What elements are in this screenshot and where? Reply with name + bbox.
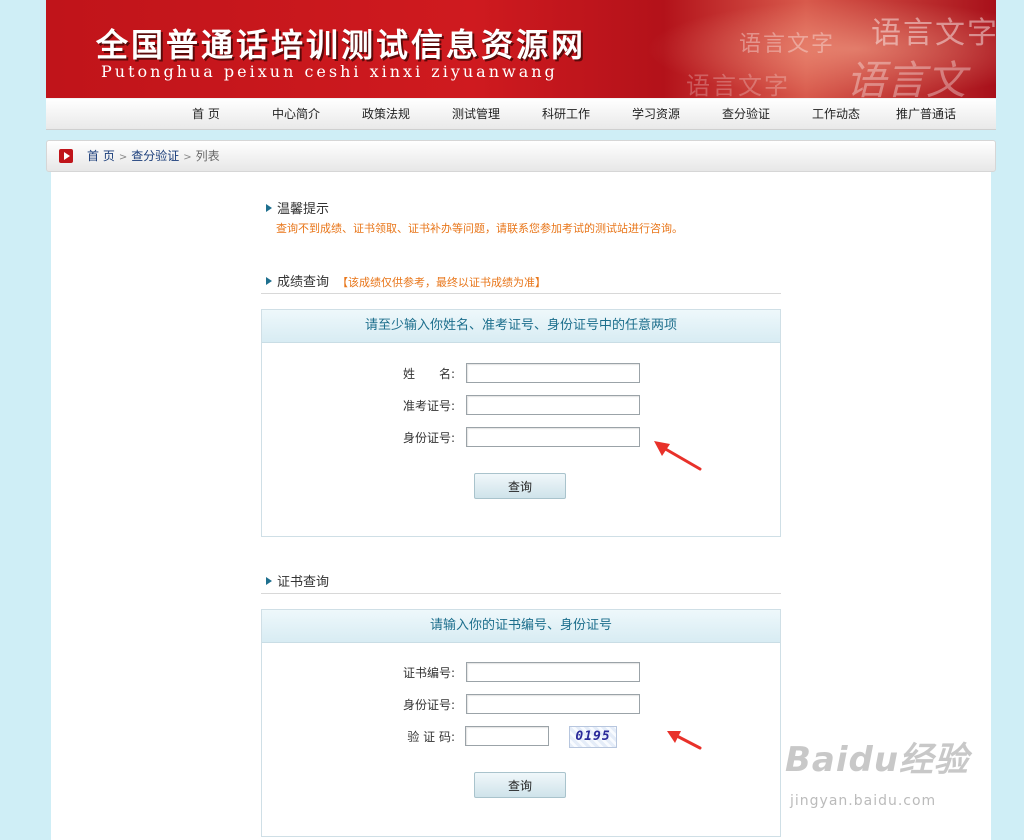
main-nav: 首 页 中心简介 政策法规 测试管理 科研工作 学习资源 查分验证 工作动态 推… (46, 98, 996, 130)
ticket-number-label: 准考证号: (402, 399, 455, 413)
nav-item-news[interactable]: 工作动态 (791, 99, 881, 129)
breadcrumb-home-link[interactable]: 首 页 (87, 149, 115, 163)
id-number-input[interactable] (466, 427, 640, 447)
site-subtitle: Putonghua peixun ceshi xinxi ziyuanwang (101, 62, 558, 81)
captcha-input[interactable] (465, 726, 549, 746)
score-query-heading: 成绩查询 【该成绩仅供参考，最终以证书成绩为准】 (266, 271, 546, 290)
captcha-label: 验 证 码: (407, 730, 455, 744)
cert-query-button[interactable]: 查询 (474, 772, 566, 798)
nav-item-promote[interactable]: 推广普通话 (881, 99, 971, 129)
nav-item-home[interactable]: 首 页 (161, 99, 251, 129)
nav-item-score-verify[interactable]: 查分验证 (701, 99, 791, 129)
cert-id-number-label: 身份证号: (402, 698, 455, 712)
nav-item-about[interactable]: 中心简介 (251, 99, 341, 129)
name-label: 姓 名: (402, 367, 455, 381)
watermark-logo: Baidu经验 (785, 740, 970, 780)
cert-number-label: 证书编号: (402, 666, 455, 680)
nav-item-test-management[interactable]: 测试管理 (431, 99, 521, 129)
cert-query-title: 证书查询 (277, 575, 330, 590)
banner-calligraphy-decoration: 语言文字 (686, 72, 790, 98)
score-query-panel: 请至少输入你姓名、准考证号、身份证号中的任意两项 姓 名: 准考证号: 身份证号… (261, 309, 781, 537)
banner-calligraphy-decoration: 语言文 (846, 58, 966, 98)
score-query-title: 成绩查询 (277, 275, 330, 290)
nav-item-research[interactable]: 科研工作 (521, 99, 611, 129)
annotation-arrow-icon (667, 731, 702, 750)
nav-item-policy[interactable]: 政策法规 (341, 99, 431, 129)
breadcrumb-section-link[interactable]: 查分验证 (131, 149, 179, 163)
watermark-url: jingyan.baidu.com (790, 793, 937, 809)
score-query-button[interactable]: 查询 (474, 473, 566, 499)
divider (261, 593, 781, 594)
cert-number-input[interactable] (466, 662, 640, 682)
name-input[interactable] (466, 363, 640, 383)
score-query-hint: 【该成绩仅供参考，最终以证书成绩为准】 (337, 276, 547, 289)
notice-title: 温馨提示 (277, 202, 330, 217)
cert-query-panel: 请输入你的证书编号、身份证号 证书编号: 身份证号: 验 证 码: 0195 查… (261, 609, 781, 837)
triangle-bullet-icon (266, 204, 272, 212)
breadcrumb-separator: > (183, 152, 192, 163)
id-number-label: 身份证号: (402, 431, 455, 445)
breadcrumb: 首 页 > 查分验证 > 列表 (46, 140, 996, 172)
annotation-arrow-icon (654, 441, 702, 471)
cert-id-number-input[interactable] (466, 694, 640, 714)
breadcrumb-current: 列表 (195, 149, 220, 163)
site-banner: 语言文字 语言文字 语言文字 语言文 全国普通话培训测试信息资源网 Putong… (46, 0, 996, 98)
site-title: 全国普通话培训测试信息资源网 (96, 26, 587, 64)
triangle-bullet-icon (266, 577, 272, 585)
breadcrumb-separator: > (118, 152, 128, 163)
captcha-image[interactable]: 0195 (569, 726, 617, 748)
page-wrapper: 语言文字 语言文字 语言文字 语言文 全国普通话培训测试信息资源网 Putong… (46, 0, 996, 840)
divider (261, 293, 781, 294)
breadcrumb-text: 首 页 > 查分验证 > 列表 (87, 141, 220, 173)
triangle-bullet-icon (266, 277, 272, 285)
banner-calligraphy-decoration: 语言文字 (739, 32, 836, 57)
cert-query-heading: 证书查询 (266, 571, 329, 590)
play-icon (59, 149, 73, 163)
score-query-panel-header: 请至少输入你姓名、准考证号、身份证号中的任意两项 (262, 310, 780, 343)
notice-text: 查询不到成绩、证书领取、证书补办等问题，请联系您参加考试的测试站进行咨询。 (276, 222, 683, 235)
banner-calligraphy-decoration: 语言文字 (871, 16, 996, 51)
notice-heading: 温馨提示 (266, 198, 329, 217)
cert-query-panel-header: 请输入你的证书编号、身份证号 (262, 610, 780, 643)
ticket-number-input[interactable] (466, 395, 640, 415)
nav-item-learning[interactable]: 学习资源 (611, 99, 701, 129)
